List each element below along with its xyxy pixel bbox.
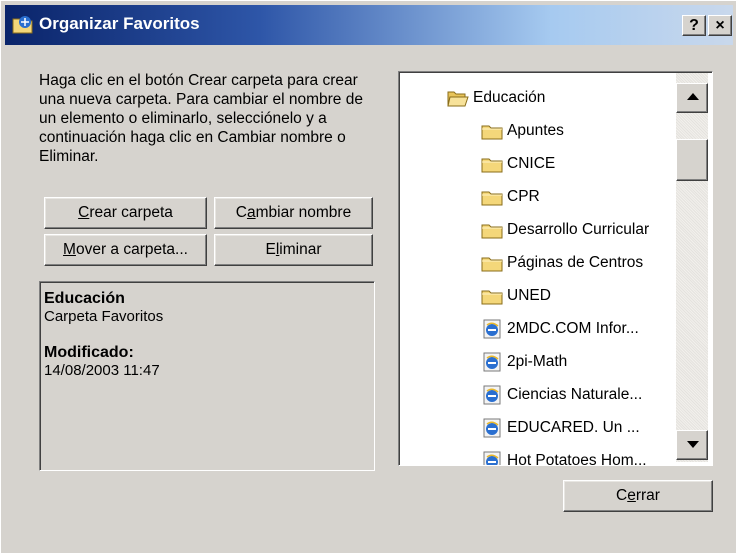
delete-label-post: iminar xyxy=(279,241,322,258)
tree-item-label: Ciencias Naturale... xyxy=(507,386,643,403)
rename-label-post: mbiar nombre xyxy=(255,204,352,221)
close-button[interactable]: Cerrar xyxy=(563,480,713,512)
tree-item-label: Desarrollo Curricular xyxy=(507,221,650,238)
scroll-up-button[interactable] xyxy=(676,83,708,113)
create-folder-button[interactable]: Crear carpeta xyxy=(44,197,207,229)
tree-item-label: 2MDC.COM Infor... xyxy=(507,320,639,337)
rename-accel: a xyxy=(246,204,256,221)
folder-icon xyxy=(481,187,503,207)
rename-button[interactable]: Cambiar nombre xyxy=(214,197,373,229)
tree-item-label: CNICE xyxy=(507,155,556,172)
tree-item-label: 2pi-Math xyxy=(507,353,568,370)
close-window-button[interactable]: × xyxy=(708,15,732,36)
scroll-thumb[interactable] xyxy=(676,139,708,181)
favorites-folder-icon xyxy=(12,16,33,34)
info-item-name: Educación xyxy=(44,290,125,307)
title-bar[interactable]: Organizar Favoritos ? × xyxy=(5,5,733,45)
info-modified-date: 14/08/2003 11:47 xyxy=(44,362,160,379)
folder-icon xyxy=(481,154,503,174)
tree-item-label: Educación xyxy=(473,89,546,106)
close-label-post: rrar xyxy=(635,487,660,504)
scroll-down-button[interactable] xyxy=(676,430,708,460)
move-label-post: over a carpeta... xyxy=(75,241,188,258)
vertical-scrollbar[interactable] xyxy=(676,73,708,462)
create-folder-accel: C xyxy=(78,204,90,221)
favorites-tree[interactable]: Educación Apuntes CNICE CPR Desarrollo Curri… xyxy=(398,71,713,466)
close-accel: e xyxy=(627,487,636,504)
tree-item-label: UNED xyxy=(507,287,551,304)
tree-item-label: Apuntes xyxy=(507,122,564,139)
tree-item-label: EDUCARED. Un ... xyxy=(507,419,640,436)
item-info-panel: Educación Carpeta Favoritos Modificado: … xyxy=(39,281,375,471)
create-folder-label-post: rear carpeta xyxy=(89,204,173,221)
delete-label-pre: E xyxy=(265,241,276,258)
rename-label-pre: C xyxy=(235,204,247,221)
tree-item-label: Hot Potatoes Hom... xyxy=(507,452,647,466)
info-modified-label: Modificado: xyxy=(44,344,134,361)
tree-item-label: Páginas de Centros xyxy=(507,254,644,271)
ie-link-icon xyxy=(481,451,503,465)
arrow-up-icon xyxy=(687,93,699,100)
instructions-text: Haga clic en el botón Crear carpeta para… xyxy=(39,72,363,165)
info-item-type: Carpeta Favoritos xyxy=(44,308,164,325)
organize-favorites-dialog: Organizar Favoritos ? × Haga clic en el … xyxy=(0,0,736,553)
tree-item-label: CPR xyxy=(507,188,540,205)
arrow-down-icon xyxy=(687,441,699,448)
folder-icon xyxy=(481,121,503,141)
window-title: Organizar Favoritos xyxy=(39,14,200,33)
ie-link-icon xyxy=(481,385,503,405)
ie-link-icon xyxy=(481,319,503,339)
folder-icon xyxy=(481,253,503,273)
open-folder-icon xyxy=(447,88,469,108)
close-label-pre: C xyxy=(616,487,628,504)
move-to-folder-button[interactable]: Mover a carpeta... xyxy=(44,234,207,266)
help-button[interactable]: ? xyxy=(682,15,706,36)
delete-button[interactable]: Eliminar xyxy=(214,234,373,266)
folder-icon xyxy=(481,286,503,306)
move-accel: M xyxy=(63,241,76,258)
folder-icon xyxy=(481,220,503,240)
ie-link-icon xyxy=(481,418,503,438)
ie-link-icon xyxy=(481,352,503,372)
